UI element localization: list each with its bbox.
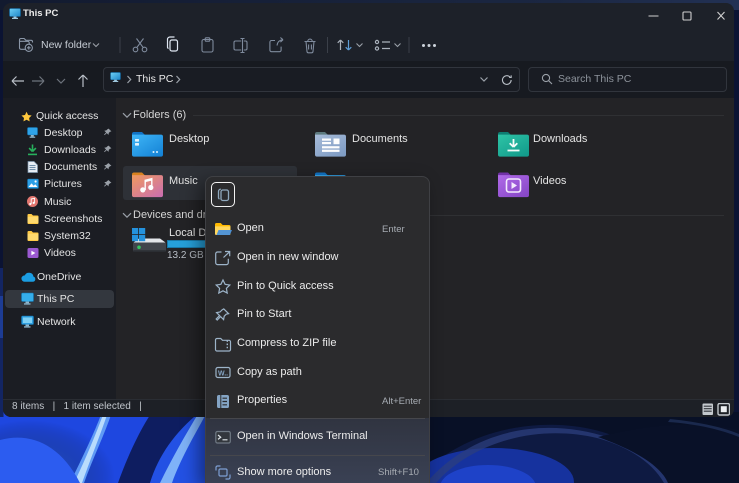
svg-text:New folder: New folder — [41, 39, 92, 51]
svg-text:W..: W.. — [218, 371, 228, 378]
